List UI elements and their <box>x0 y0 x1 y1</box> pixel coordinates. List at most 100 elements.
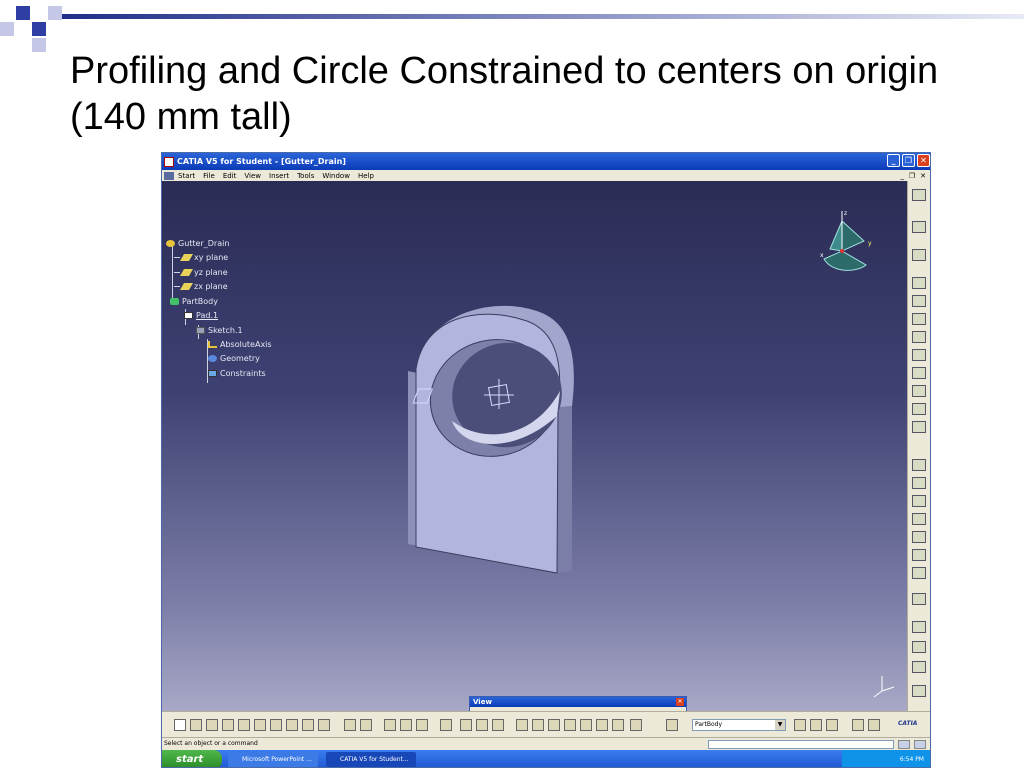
menu-window[interactable]: Window <box>322 172 350 180</box>
doc-restore-button[interactable]: ❐ <box>909 172 915 180</box>
menu-view[interactable]: View <box>244 172 261 180</box>
svg-text:y: y <box>868 240 872 247</box>
new-file-icon[interactable] <box>174 719 186 731</box>
point-icon[interactable] <box>548 719 560 731</box>
clock: 6:54 PM <box>899 756 924 763</box>
slot-tool-icon[interactable] <box>912 349 926 361</box>
minimize-button[interactable]: _ <box>887 154 900 167</box>
tools-icon[interactable] <box>868 719 880 731</box>
mirror-tool-icon[interactable] <box>912 531 926 543</box>
window-titlebar: CATIA V5 for Student - [Gutter_Drain] _ … <box>162 153 930 170</box>
system-tray: 6:54 PM <box>842 750 930 767</box>
grid-tool-icon[interactable] <box>912 661 926 673</box>
pocket-tool-icon[interactable] <box>912 295 926 307</box>
snap-point-icon[interactable] <box>912 685 926 697</box>
3d-viewport[interactable]: Gutter_Drain xy plane yz plane zx plane … <box>162 181 907 733</box>
formula-icon[interactable] <box>344 719 356 731</box>
menu-tools[interactable]: Tools <box>297 172 314 180</box>
parameter-icon[interactable] <box>794 719 806 731</box>
open-file-icon[interactable] <box>190 719 202 731</box>
apply-material-icon[interactable] <box>912 641 926 653</box>
redo-icon[interactable] <box>302 719 314 731</box>
measure-item-icon[interactable] <box>476 719 488 731</box>
part-side-edge <box>557 406 572 573</box>
shaft-tool-icon[interactable] <box>912 367 926 379</box>
status-bar: Select an object or a command <box>162 737 930 750</box>
boolean-tool-icon[interactable] <box>912 593 926 605</box>
partbody-tool-icon[interactable] <box>666 719 678 731</box>
measure-between-icon[interactable] <box>460 719 472 731</box>
select-icon[interactable] <box>912 221 926 233</box>
line-icon[interactable] <box>564 719 576 731</box>
menu-file[interactable]: File <box>203 172 215 180</box>
chamfer-tool-icon[interactable] <box>912 421 926 433</box>
command-options-button[interactable] <box>914 740 926 749</box>
paste-icon[interactable] <box>270 719 282 731</box>
slide-deco-square-1 <box>16 6 30 20</box>
catalog-icon[interactable] <box>400 719 412 731</box>
print-icon[interactable] <box>222 719 234 731</box>
pattern-tool-icon[interactable] <box>912 549 926 561</box>
catia-logo: CATIA <box>898 720 918 727</box>
law-icon[interactable] <box>810 719 822 731</box>
part-model[interactable]: z y x <box>162 181 907 711</box>
plane-tool-icon[interactable] <box>580 719 592 731</box>
knowledge-icon[interactable] <box>826 719 838 731</box>
start-button[interactable]: start <box>162 750 222 767</box>
svg-text:x: x <box>820 252 824 259</box>
menu-insert[interactable]: Insert <box>269 172 289 180</box>
hole-tool-icon[interactable] <box>912 313 926 325</box>
doc-close-button[interactable]: ✕ <box>920 172 926 180</box>
fillet-tool-icon[interactable] <box>912 403 926 415</box>
workbench-icon[interactable] <box>912 189 926 201</box>
power-input-button[interactable] <box>898 740 910 749</box>
define-work-object-icon[interactable] <box>612 719 624 731</box>
save-file-icon[interactable] <box>206 719 218 731</box>
update-icon[interactable] <box>516 719 528 731</box>
comment-icon[interactable] <box>360 719 372 731</box>
rib-tool-icon[interactable] <box>912 331 926 343</box>
draft-tool-icon[interactable] <box>912 459 926 471</box>
menu-edit[interactable]: Edit <box>223 172 237 180</box>
chevron-down-icon[interactable]: ▼ <box>775 720 785 730</box>
measure-tool-icon[interactable] <box>912 621 926 633</box>
pad-tool-icon[interactable] <box>912 277 926 289</box>
groove-tool-icon[interactable] <box>912 385 926 397</box>
right-toolbar <box>907 181 930 711</box>
create-object-icon[interactable] <box>596 719 608 731</box>
undo-icon[interactable] <box>286 719 298 731</box>
menu-bar: Start File Edit View Insert Tools Window… <box>162 170 930 181</box>
whats-this-icon[interactable] <box>318 719 330 731</box>
thread-tool-icon[interactable] <box>912 513 926 525</box>
table-icon[interactable] <box>384 719 396 731</box>
taskbar: start Microsoft PowerPoint ... CATIA V5 … <box>162 750 930 767</box>
task-catia[interactable]: CATIA V5 for Student... <box>326 752 416 767</box>
close-button[interactable]: ✕ <box>917 154 930 167</box>
scaling-tool-icon[interactable] <box>912 567 926 579</box>
command-input[interactable] <box>708 740 894 749</box>
hierarchy-icon[interactable] <box>440 719 452 731</box>
compass: z y x <box>820 210 872 271</box>
menu-start[interactable]: Start <box>178 172 195 180</box>
insert-body-icon[interactable] <box>630 719 642 731</box>
publish-icon[interactable] <box>852 719 864 731</box>
view-toolbar-close-button[interactable]: ✕ <box>676 698 684 706</box>
restore-button[interactable]: ❐ <box>902 154 915 167</box>
measure-inertia-icon[interactable] <box>492 719 504 731</box>
catia-app-icon <box>164 156 174 167</box>
axis-system-icon[interactable] <box>532 719 544 731</box>
copy-icon[interactable] <box>254 719 266 731</box>
sketcher-icon[interactable] <box>912 249 926 261</box>
view-toolbar-title: View ✕ <box>470 697 686 707</box>
task-powerpoint[interactable]: Microsoft PowerPoint ... <box>228 752 318 767</box>
doc-minimize-button[interactable]: _ <box>900 172 904 180</box>
thickness-tool-icon[interactable] <box>912 495 926 507</box>
analysis-icon[interactable] <box>416 719 428 731</box>
catia-window: CATIA V5 for Student - [Gutter_Drain] _ … <box>161 152 931 768</box>
cut-icon[interactable] <box>238 719 250 731</box>
partbody-combo[interactable]: PartBody ▼ <box>692 719 786 731</box>
menu-help[interactable]: Help <box>358 172 374 180</box>
slide-deco-square-4 <box>48 6 62 20</box>
shell-tool-icon[interactable] <box>912 477 926 489</box>
start-menu-icon <box>164 171 174 180</box>
